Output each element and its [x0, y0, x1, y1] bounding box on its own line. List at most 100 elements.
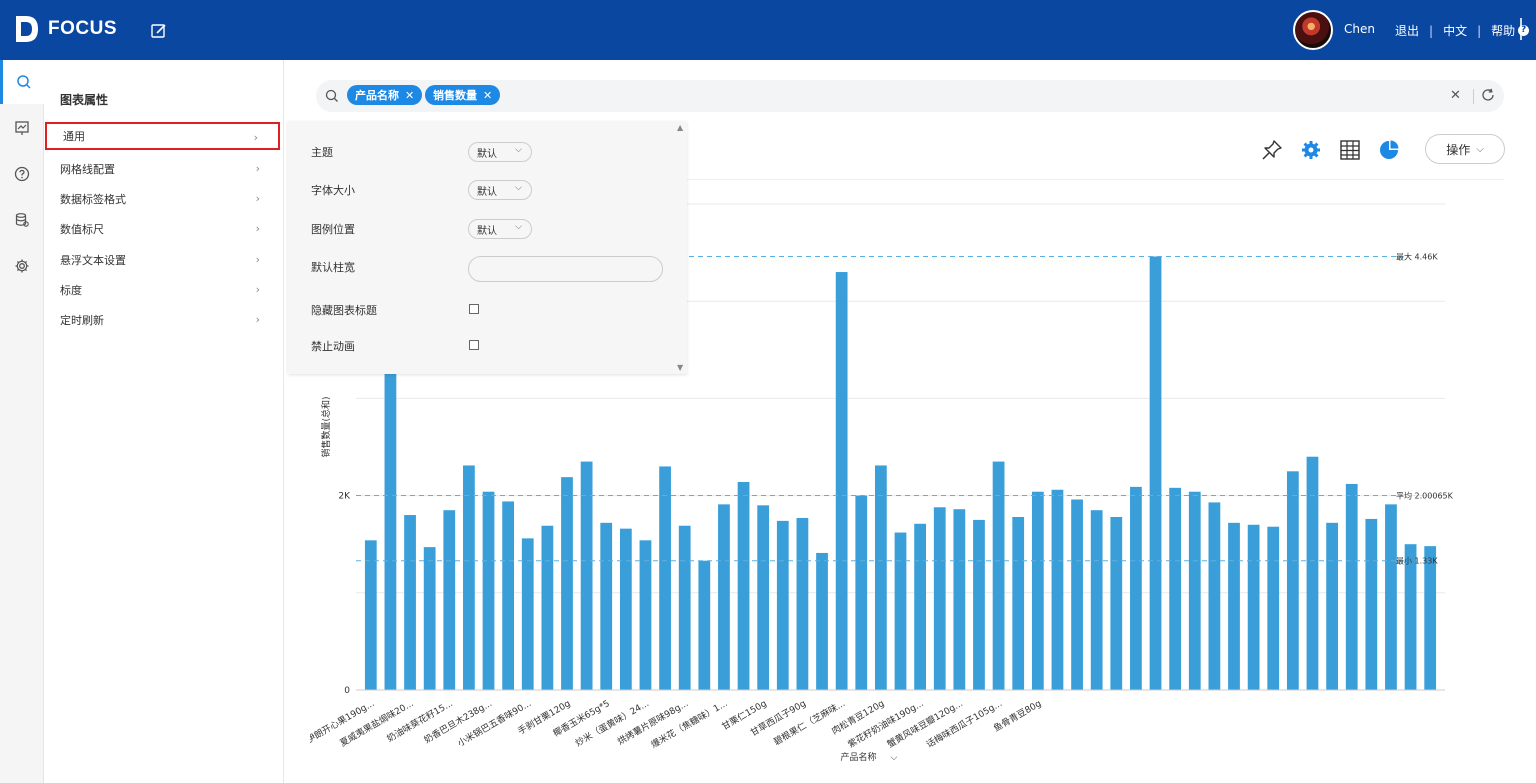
gear-icon [15, 259, 29, 273]
hide-title-checkbox[interactable] [469, 304, 479, 314]
bar [659, 466, 671, 690]
logo[interactable]: FOCUS [14, 14, 117, 44]
props-item-label: 标度 [60, 284, 82, 297]
props-item-label: 数值标尺 [60, 223, 104, 236]
x-tick-label: 碧根果仁（芝麻味... [771, 697, 847, 748]
x-axis-label: 产品名称 [840, 751, 876, 763]
bar [737, 481, 750, 690]
bar [482, 491, 495, 690]
refresh-icon[interactable] [1480, 87, 1496, 103]
rail-dashboard[interactable] [0, 106, 44, 150]
bar-width-label: 默认柱宽 [311, 261, 355, 274]
bar [423, 547, 436, 690]
username[interactable]: Chen [1344, 22, 1375, 36]
language-link[interactable]: 中文 [1443, 22, 1467, 39]
props-item-data-label-format[interactable]: 数据标签格式 › [44, 185, 280, 213]
avatar[interactable] [1293, 10, 1333, 50]
bar [1286, 471, 1299, 690]
font-size-value: 默认 [477, 186, 497, 198]
bar [1149, 256, 1162, 690]
rail-data[interactable] [0, 198, 44, 242]
bar [1228, 522, 1240, 690]
rail-settings[interactable] [0, 244, 44, 288]
focus-logo-icon [16, 16, 38, 42]
x-tick-label: 奶油味葵花籽15... [385, 697, 455, 744]
bar [835, 272, 848, 690]
props-item-value-axis[interactable]: 数值标尺 › [44, 215, 280, 243]
search-bar[interactable]: 产品名称 ✕ 销售数量 ✕ ✕ [316, 80, 1504, 112]
table-icon[interactable] [1339, 139, 1361, 161]
bar [1306, 456, 1319, 690]
font-size-select[interactable]: 默认 ⌵ [468, 180, 532, 200]
props-item-refresh[interactable]: 定时刷新 › [44, 306, 280, 334]
icon-rail [0, 60, 44, 783]
disable-animation-checkbox[interactable] [469, 340, 479, 350]
operations-dropdown[interactable]: 操作 ⌵ [1425, 134, 1505, 164]
question-icon [14, 166, 30, 182]
bar [1071, 499, 1083, 690]
bar [1326, 522, 1338, 690]
edit-icon[interactable] [150, 22, 168, 40]
bar [757, 505, 770, 690]
chevron-down-icon: ⌵ [515, 145, 522, 155]
bar [1404, 544, 1417, 690]
props-item-general[interactable]: 通用 › [45, 122, 280, 150]
theme-value: 默认 [477, 148, 497, 160]
bar [1345, 483, 1358, 690]
bar-width-input[interactable] [468, 256, 663, 282]
scroll-up-icon[interactable]: ▲ [677, 123, 683, 132]
divider [1473, 89, 1474, 104]
legend-position-select[interactable]: 默认 ⌵ [468, 219, 532, 239]
props-item-label: 网格线配置 [60, 163, 115, 176]
bar [933, 507, 946, 690]
logout-link[interactable]: 退出 [1395, 22, 1419, 39]
bar [443, 510, 456, 690]
scrollbar[interactable]: ▲ ▼ [675, 121, 687, 374]
props-item-gridlines[interactable]: 网格线配置 › [44, 155, 280, 183]
font-size-label: 字体大小 [311, 184, 355, 197]
presentation-icon [15, 121, 29, 135]
chevron-right-icon: › [255, 313, 260, 326]
general-settings-panel: 主题 默认 ⌵ 字体大小 默认 ⌵ 图例位置 默认 ⌵ 默认柱宽 隐藏图表标题 禁止动… [288, 121, 687, 374]
bar [561, 477, 573, 690]
divider: | [1429, 23, 1434, 38]
clear-icon[interactable]: ✕ [1450, 88, 1461, 103]
bar [698, 560, 711, 690]
chevron-right-icon: › [255, 253, 260, 266]
close-icon[interactable]: ✕ [483, 89, 492, 102]
pie-chart-icon[interactable] [1378, 139, 1400, 161]
bar [1110, 516, 1123, 690]
bar [1090, 510, 1103, 690]
bar [718, 504, 730, 690]
search-icon [325, 89, 338, 102]
bar [973, 519, 985, 690]
help-link[interactable]: 帮助 [1491, 22, 1515, 39]
brand-name: FOCUS [48, 18, 117, 39]
settings-icon[interactable] [1300, 139, 1322, 161]
chevron-right-icon: › [255, 283, 260, 296]
reference-line-label: 最大 4.46K [1396, 251, 1438, 261]
props-item-label: 定时刷新 [60, 314, 104, 327]
y-axis-label: 销售数量(总和) [320, 396, 332, 457]
bar [1365, 518, 1378, 690]
rail-search[interactable] [0, 60, 44, 104]
tag-label: 产品名称 [355, 89, 399, 102]
bar [364, 540, 377, 690]
bar [639, 540, 652, 690]
bar [894, 532, 907, 690]
props-item-scale[interactable]: 标度 › [44, 276, 280, 304]
scroll-down-icon[interactable]: ▼ [677, 363, 683, 372]
bar [502, 501, 515, 690]
pin-icon[interactable] [1261, 139, 1283, 161]
bar [1169, 487, 1182, 690]
search-tag-product[interactable]: 产品名称 ✕ [347, 85, 423, 105]
tag-label: 销售数量 [433, 89, 477, 102]
search-tag-quantity[interactable]: 销售数量 ✕ [425, 85, 501, 105]
props-item-tooltip[interactable]: 悬浮文本设置 › [44, 246, 280, 274]
close-icon[interactable]: ✕ [405, 89, 414, 102]
bar [600, 522, 613, 690]
rail-help[interactable] [0, 152, 44, 196]
bar [855, 495, 868, 690]
theme-select[interactable]: 默认 ⌵ [468, 142, 532, 162]
disable-animation-label: 禁止动画 [311, 340, 355, 353]
